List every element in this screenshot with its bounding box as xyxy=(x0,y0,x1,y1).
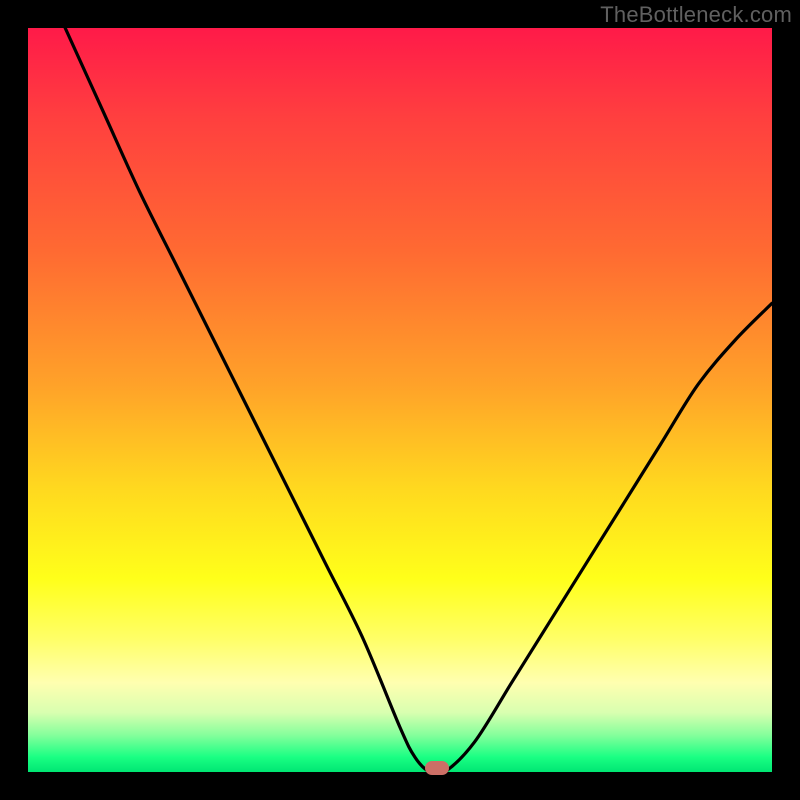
plot-outer-border xyxy=(28,28,772,772)
plot-area xyxy=(28,28,772,772)
chart-frame: TheBottleneck.com xyxy=(0,0,800,800)
attribution-text: TheBottleneck.com xyxy=(600,2,792,28)
minimum-marker xyxy=(425,761,449,775)
bottleneck-curve xyxy=(28,28,772,772)
